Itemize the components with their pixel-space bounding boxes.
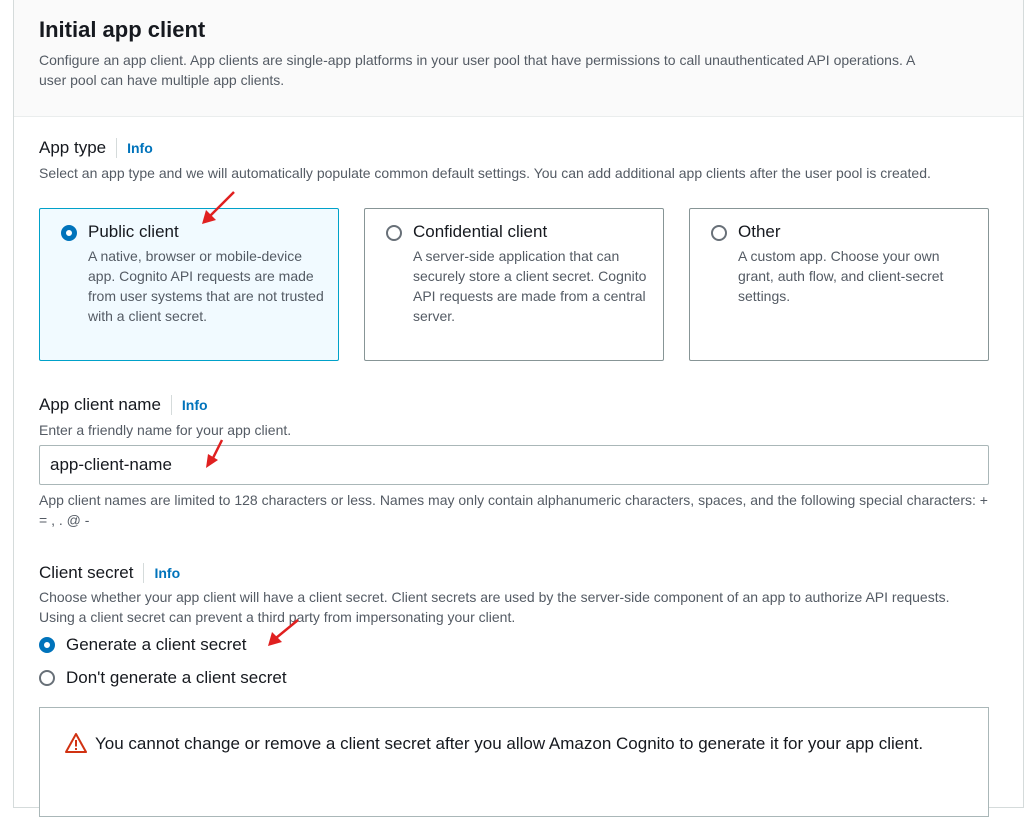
app-type-description: Select an app type and we will automatic… — [39, 165, 931, 181]
generate-client-secret-label: Generate a client secret — [66, 635, 247, 654]
dont-generate-client-secret-radio[interactable] — [39, 670, 55, 686]
client-secret-label: Client secret Info — [39, 563, 180, 583]
app-type-label-text: App type — [39, 138, 107, 157]
app-client-name-constraint: App client names are limited to 128 char… — [39, 492, 988, 528]
panel-header: Initial app client Configure an app clie… — [14, 0, 1023, 117]
app-client-name-label: App client name Info — [39, 395, 208, 415]
dont-generate-client-secret-label: Don't generate a client secret — [66, 668, 287, 687]
confidential-client-radio[interactable] — [386, 225, 402, 241]
other-radio[interactable] — [711, 225, 727, 241]
app-client-name-input[interactable] — [39, 445, 989, 485]
app-type-label: App type Info — [39, 138, 153, 158]
app-client-name-description: Enter a friendly name for your app clien… — [39, 422, 292, 438]
app-type-tile-confidential-client[interactable]: Confidential client A server-side applic… — [364, 208, 664, 361]
app-client-name-label-text: App client name — [39, 395, 161, 414]
app-client-name-info-link[interactable]: Info — [170, 395, 208, 415]
confidential-client-title: Confidential client — [413, 222, 548, 241]
generate-client-secret-option[interactable]: Generate a client secret — [39, 635, 246, 655]
confidential-client-description: A server-side application that can secur… — [413, 248, 647, 324]
other-title: Other — [738, 222, 781, 241]
panel-description: Configure an app client. App clients are… — [39, 52, 915, 88]
warning-triangle-icon — [65, 733, 87, 753]
client-secret-label-text: Client secret — [39, 563, 134, 582]
dont-generate-client-secret-option[interactable]: Don't generate a client secret — [39, 668, 287, 688]
other-description: A custom app. Choose your own grant, aut… — [738, 248, 944, 304]
public-client-radio[interactable] — [61, 225, 77, 241]
panel-title: Initial app client — [39, 17, 206, 42]
client-secret-description: Choose whether your app client will have… — [39, 589, 950, 625]
app-type-tile-public-client[interactable]: Public client A native, browser or mobil… — [39, 208, 339, 361]
client-secret-warning-text: You cannot change or remove a client sec… — [95, 734, 924, 753]
client-secret-info-link[interactable]: Info — [143, 563, 180, 583]
client-secret-warning-alert: You cannot change or remove a client sec… — [39, 707, 989, 817]
app-type-info-link[interactable]: Info — [116, 138, 153, 158]
app-type-tile-other[interactable]: Other A custom app. Choose your own gran… — [689, 208, 989, 361]
public-client-description: A native, browser or mobile-device app. … — [88, 248, 324, 324]
public-client-title: Public client — [88, 222, 179, 241]
generate-client-secret-radio[interactable] — [39, 637, 55, 653]
